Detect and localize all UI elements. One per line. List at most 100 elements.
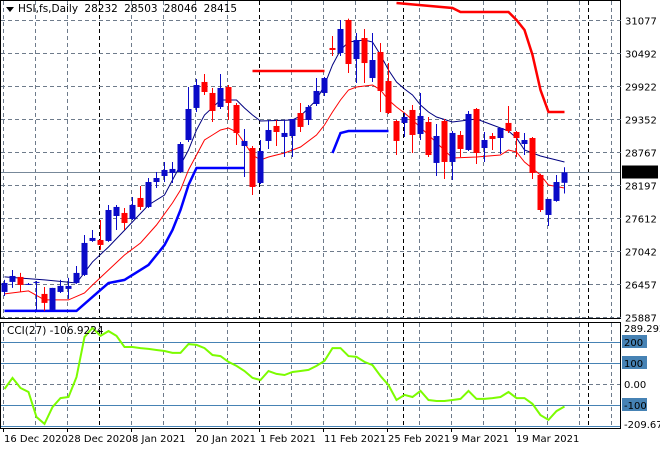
candle-body (457, 134, 464, 149)
candle (169, 161, 176, 183)
cci-axis-label: 289.2921 (624, 324, 660, 335)
candle-body (345, 20, 352, 65)
candle-body (105, 209, 112, 241)
candle (185, 87, 192, 143)
candle (457, 130, 464, 157)
date-axis-label: 8 Jan 2021 (132, 434, 186, 445)
candle-body (209, 92, 216, 111)
cci-axis-label: -209.673 (624, 420, 660, 431)
candle (233, 102, 240, 145)
candle-body (33, 281, 40, 283)
date-axis-label: 16 Dec 2020 (4, 434, 68, 445)
candle (433, 123, 440, 176)
dropdown-triangle-icon[interactable] (6, 6, 14, 12)
date-axis-label: 11 Feb 2021 (324, 434, 386, 445)
candle (225, 85, 232, 120)
candle (417, 92, 424, 141)
price-axis-label: 29922 (625, 83, 657, 94)
candle (497, 127, 504, 154)
candle (81, 234, 88, 276)
candle-body (121, 212, 128, 223)
candle-body (241, 140, 248, 147)
candle-body (177, 144, 184, 172)
candle (177, 142, 184, 173)
close-value: 28415 (203, 3, 238, 15)
cci-panel-frame (0, 322, 621, 429)
candle-body (217, 87, 224, 107)
candle-body (561, 172, 568, 183)
candle-body (337, 28, 344, 54)
candle-body (537, 174, 544, 210)
candle-body (17, 276, 24, 285)
candle (297, 102, 304, 132)
candle-body (513, 131, 520, 138)
candle (249, 146, 256, 195)
candle (73, 265, 80, 284)
high-value: 28503 (124, 3, 158, 15)
candle-body (481, 140, 488, 149)
candle-body (145, 182, 152, 207)
candle (89, 229, 96, 242)
cci-header: CCI(27) -106.9224 (7, 325, 104, 337)
price-axis-label: 30492 (625, 50, 657, 61)
candle (441, 119, 448, 179)
candle (425, 116, 432, 157)
open-value: 28232 (84, 3, 118, 15)
candle-body (89, 237, 96, 241)
upper-ma-line (4, 39, 565, 284)
candle-body (41, 293, 48, 303)
cci-value: -106.9224 (49, 325, 104, 337)
candle (401, 112, 408, 137)
candle-body (9, 275, 16, 282)
date-axis-label: 28 Dec 2020 (68, 434, 132, 445)
candle-body (57, 285, 64, 292)
candle-body (449, 132, 456, 162)
candle-body (129, 204, 136, 219)
candle (105, 204, 112, 242)
candle-body (321, 78, 328, 93)
candle-body (153, 177, 160, 183)
candle (377, 43, 384, 112)
candle (193, 78, 200, 112)
candle-body (49, 287, 56, 310)
price-axis-label: 27042 (625, 248, 657, 259)
current-price-label: 28415 (625, 169, 657, 180)
candle-body (161, 169, 168, 176)
candle-body (73, 272, 80, 283)
candle (473, 107, 480, 164)
candle (385, 63, 392, 114)
candle (409, 104, 416, 153)
candle-body (289, 119, 296, 136)
price-chart[interactable]: 31077 30492 29922 29352 28767 28197 27612 27042… (0, 0, 660, 450)
cci-name: CCI(27) (7, 325, 47, 337)
candle (281, 119, 288, 157)
date-axis-label: 1 Feb 2021 (260, 434, 316, 445)
candle (353, 32, 360, 84)
cci-axis-label: 100 (624, 359, 643, 370)
candle-body (473, 108, 480, 153)
candle-body (273, 125, 280, 132)
candle (489, 132, 496, 150)
candle-body (425, 121, 432, 155)
candle (137, 185, 144, 210)
candle (393, 119, 400, 155)
candle-body (193, 85, 200, 108)
candle-body (361, 38, 368, 64)
candle (257, 140, 264, 185)
price-axis-label: 27612 (625, 215, 657, 226)
candle (369, 32, 376, 82)
candle-body (185, 108, 192, 141)
candle (201, 74, 208, 95)
candle (121, 207, 128, 230)
candle-body (393, 121, 400, 141)
candle (329, 36, 336, 56)
candle (209, 87, 216, 122)
candle-body (233, 104, 240, 133)
candle-body (257, 150, 264, 183)
candle-body (1, 282, 8, 292)
cci-axis-label: 0.00 (624, 380, 646, 391)
date-axis-label: 19 Mar 2021 (516, 434, 579, 445)
lower-step-line (4, 166, 245, 313)
candle-body (521, 140, 528, 145)
candle (113, 204, 120, 230)
